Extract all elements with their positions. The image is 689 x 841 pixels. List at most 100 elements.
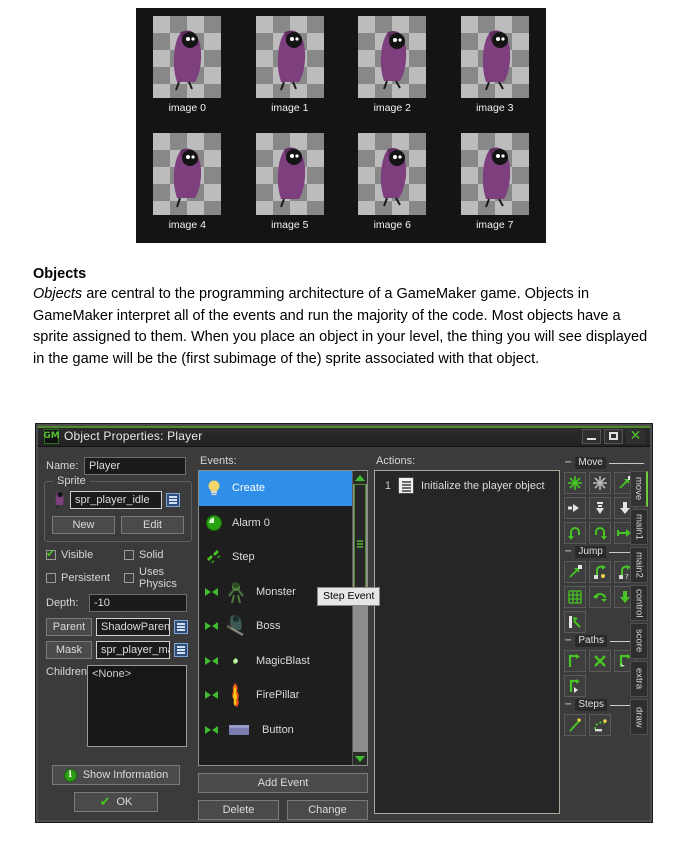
sprite-cell[interactable]: image 4 — [136, 125, 239, 242]
sprite-cell[interactable]: image 5 — [239, 125, 342, 242]
button-sprite-icon — [229, 724, 249, 735]
step-avoiding-icon[interactable] — [589, 714, 611, 736]
sprite-label: image 1 — [271, 102, 309, 114]
visible-checkbox[interactable]: Visible — [46, 547, 124, 561]
parent-menu-icon[interactable] — [174, 620, 188, 634]
bounce-icon[interactable] — [564, 611, 586, 633]
ghost-sprite-icon — [381, 31, 407, 90]
name-input[interactable]: Player — [84, 457, 186, 475]
event-item-magicblast[interactable]: MagicBlast — [199, 644, 367, 679]
scrollbar-thumb[interactable] — [354, 484, 366, 604]
path-speed-icon[interactable] — [564, 675, 586, 697]
jump-position-icon[interactable] — [564, 561, 586, 583]
sprite-cell[interactable]: image 6 — [341, 125, 444, 242]
add-event-button[interactable]: Add Event — [198, 773, 368, 793]
event-item-boss[interactable]: Boss — [199, 609, 367, 644]
event-item-alarm[interactable]: Alarm 0 — [199, 506, 367, 541]
tab-score[interactable]: score — [630, 623, 648, 659]
maximize-button[interactable] — [604, 428, 623, 444]
sprite-menu-icon[interactable] — [166, 493, 180, 507]
mask-menu-icon[interactable] — [174, 643, 188, 657]
uses-physics-checkbox[interactable]: Uses Physics — [124, 566, 192, 590]
event-item-button[interactable]: Button — [199, 713, 367, 748]
tab-draw[interactable]: draw — [630, 699, 648, 735]
close-button[interactable]: ✕ — [626, 428, 645, 444]
article-lead-italic: Objects — [33, 286, 83, 302]
tab-control[interactable]: control — [630, 585, 648, 621]
event-label: MagicBlast — [256, 654, 310, 667]
sprite-cell[interactable]: image 2 — [341, 8, 444, 125]
sprite-preview-icon — [55, 491, 64, 510]
parent-row: Parent ShadowParent — [46, 618, 192, 636]
solid-checkbox[interactable]: Solid — [124, 549, 192, 561]
sprite-label: image 7 — [476, 219, 514, 231]
parent-input[interactable]: ShadowParent — [96, 618, 170, 636]
move-fixed-icon[interactable] — [564, 472, 586, 494]
tab-label: draw — [633, 706, 645, 728]
sprite-new-button[interactable]: New — [52, 516, 115, 534]
collision-arrows-icon — [205, 725, 218, 734]
jump-start-icon[interactable] — [589, 561, 611, 583]
checkmark-icon: ✔ — [99, 794, 111, 810]
parent-button[interactable]: Parent — [46, 618, 92, 636]
sprite-edit-button[interactable]: Edit — [121, 516, 184, 534]
end-path-icon[interactable] — [589, 650, 611, 672]
event-item-step[interactable]: Step — [199, 540, 367, 575]
actions-list[interactable]: 1 Initialize the player object — [374, 470, 560, 814]
event-item-firepillar[interactable]: FirePillar — [199, 678, 367, 713]
show-information-label: Show Information — [82, 769, 169, 781]
collapse-icon[interactable]: − — [564, 547, 572, 557]
sprite-cell[interactable]: image 3 — [444, 8, 547, 125]
scroll-down-arrow[interactable] — [353, 752, 367, 765]
delete-event-button[interactable]: Delete — [198, 800, 279, 820]
collapse-icon[interactable]: − — [564, 700, 572, 710]
tab-move[interactable]: move — [630, 471, 648, 507]
ghost-sprite-icon — [277, 147, 305, 208]
speed-horizontal-icon[interactable] — [564, 497, 586, 519]
mask-row: Mask spr_player_mask — [46, 641, 192, 659]
depth-input[interactable]: -10 — [89, 594, 187, 612]
events-list[interactable]: Create Alarm 0 Step Monster Boss MagicBl… — [198, 470, 368, 766]
ok-button[interactable]: ✔ OK — [74, 792, 158, 812]
event-item-create[interactable]: Create — [199, 471, 367, 506]
checkbox-box — [46, 547, 56, 560]
tab-main2[interactable]: main2 — [630, 547, 648, 583]
tab-label: main1 — [633, 514, 645, 540]
step-towards-icon[interactable] — [564, 714, 586, 736]
children-list[interactable]: <None> — [87, 665, 187, 747]
article-section: Objects Objects are central to the progr… — [33, 266, 655, 370]
reverse-horizontal-icon[interactable] — [564, 522, 586, 544]
collapse-icon[interactable]: − — [564, 636, 572, 646]
tab-main1[interactable]: main1 — [630, 509, 648, 545]
sprite-label: image 0 — [168, 102, 206, 114]
speed-vertical-icon[interactable] — [589, 497, 611, 519]
ghost-sprite-icon — [482, 147, 510, 208]
boss-sprite-icon — [226, 615, 244, 637]
align-grid-icon[interactable] — [564, 586, 586, 608]
depth-row: Depth: -10 — [46, 594, 192, 612]
reverse-vertical-icon[interactable] — [589, 522, 611, 544]
sprite-cell[interactable]: image 0 — [136, 8, 239, 125]
events-scrollbar[interactable] — [352, 471, 367, 765]
change-event-button[interactable]: Change — [287, 800, 368, 820]
scroll-up-arrow[interactable] — [353, 471, 367, 484]
show-information-button[interactable]: i Show Information — [52, 765, 180, 785]
mask-button[interactable]: Mask — [46, 641, 92, 659]
info-icon: i — [63, 768, 77, 782]
set-path-icon[interactable] — [564, 650, 586, 672]
minimize-button[interactable] — [582, 428, 601, 444]
window-body: Name: Player Sprite spr_player_idle New — [38, 447, 650, 822]
wrap-screen-icon[interactable] — [589, 586, 611, 608]
mask-input[interactable]: spr_player_mask — [96, 641, 170, 659]
title-bar[interactable]: GM Object Properties: Player ✕ — [38, 426, 650, 447]
sprite-cell[interactable]: image 1 — [239, 8, 342, 125]
sprite-cell[interactable]: image 7 — [444, 125, 547, 242]
sprite-input[interactable]: spr_player_idle — [70, 491, 162, 509]
collapse-icon[interactable]: − — [564, 458, 572, 468]
persistent-checkbox[interactable]: Persistent — [46, 566, 124, 590]
tab-extra[interactable]: extra — [630, 661, 648, 697]
move-free-icon[interactable] — [589, 472, 611, 494]
sprite-row-top: image 0 image 1 image 2 image 3 — [136, 8, 546, 125]
event-label: Step — [232, 551, 255, 564]
action-item[interactable]: 1 Initialize the player object — [379, 477, 555, 494]
